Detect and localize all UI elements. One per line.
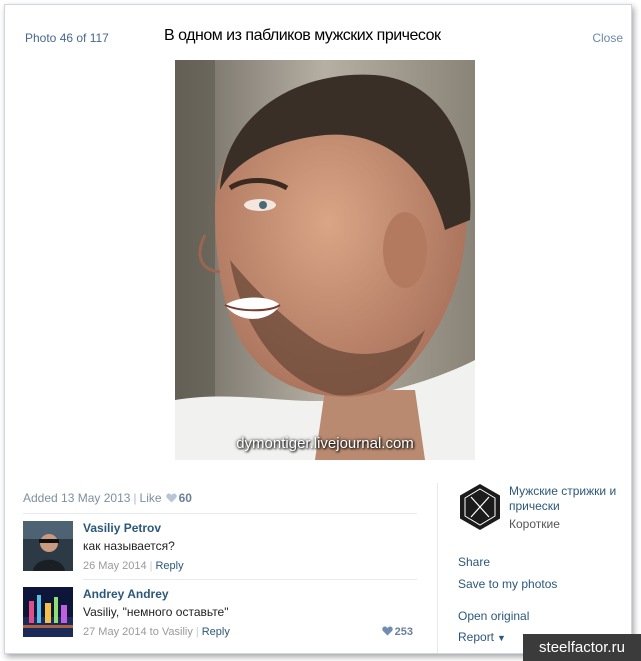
like-button[interactable]: Like [140, 491, 162, 505]
comment-likes[interactable]: 253 [378, 626, 413, 638]
album-name[interactable]: Короткие [509, 517, 560, 531]
avatar[interactable] [23, 587, 73, 637]
photo-viewer: Photo 46 of 117 Close dymontiger.livejou… [4, 4, 632, 654]
avatar-image [23, 587, 73, 637]
close-button[interactable]: Close [592, 31, 623, 45]
comment-meta: 27 May 2014 to Vasiliy | Reply [83, 626, 230, 638]
divider [83, 579, 417, 580]
report-label: Report [458, 630, 495, 644]
share-link[interactable]: Share [458, 555, 490, 569]
avatar-image [23, 521, 73, 571]
heart-icon[interactable] [165, 493, 177, 503]
avatar[interactable] [23, 521, 73, 571]
report-menu[interactable]: Report ▼ [458, 630, 506, 644]
comment-author[interactable]: Andrey Andrey [83, 587, 169, 601]
comment-item: Andrey Andrey Vasiliy, "немного оставьте… [23, 587, 417, 643]
added-date: Added 13 May 2013 [23, 491, 131, 505]
heart-icon[interactable] [381, 626, 393, 636]
divider [437, 483, 438, 653]
comment-date: 26 May 2014 [83, 560, 147, 572]
divider [23, 513, 417, 514]
comment-meta: 26 May 2014 | Reply [83, 560, 184, 572]
save-to-photos-link[interactable]: Save to my photos [458, 577, 557, 591]
open-original-link[interactable]: Open original [458, 609, 529, 623]
reply-button[interactable]: Reply [155, 560, 183, 572]
comment-author[interactable]: Vasiliy Petrov [83, 521, 161, 535]
caret-down-icon: ▼ [497, 633, 506, 643]
reply-button[interactable]: Reply [202, 626, 230, 638]
photo-counter: Photo 46 of 117 [25, 31, 109, 45]
group-logo-icon[interactable] [459, 483, 501, 531]
comment-text: Vasiliy, "немного оставьте" [83, 605, 229, 619]
main-photo[interactable]: dymontiger.livejournal.com [175, 60, 475, 460]
comment-text: как называется? [83, 539, 175, 553]
comment-like-count: 253 [394, 626, 413, 638]
overlay-caption: В одном из пабликов мужских причесок [164, 27, 441, 44]
portrait-image [175, 60, 475, 460]
site-badge: steelfactor.ru [523, 634, 641, 661]
watermark-text: dymontiger.livejournal.com [236, 435, 414, 452]
like-count: 60 [178, 491, 192, 505]
comment-date: 27 May 2014 to Vasiliy [83, 626, 193, 638]
photo-info: Added 13 May 2013 | Like 60 [23, 491, 192, 505]
group-name-link[interactable]: Мужские стрижки и прически [509, 484, 629, 514]
comment-item: Vasiliy Petrov как называется? 26 May 20… [23, 521, 417, 577]
